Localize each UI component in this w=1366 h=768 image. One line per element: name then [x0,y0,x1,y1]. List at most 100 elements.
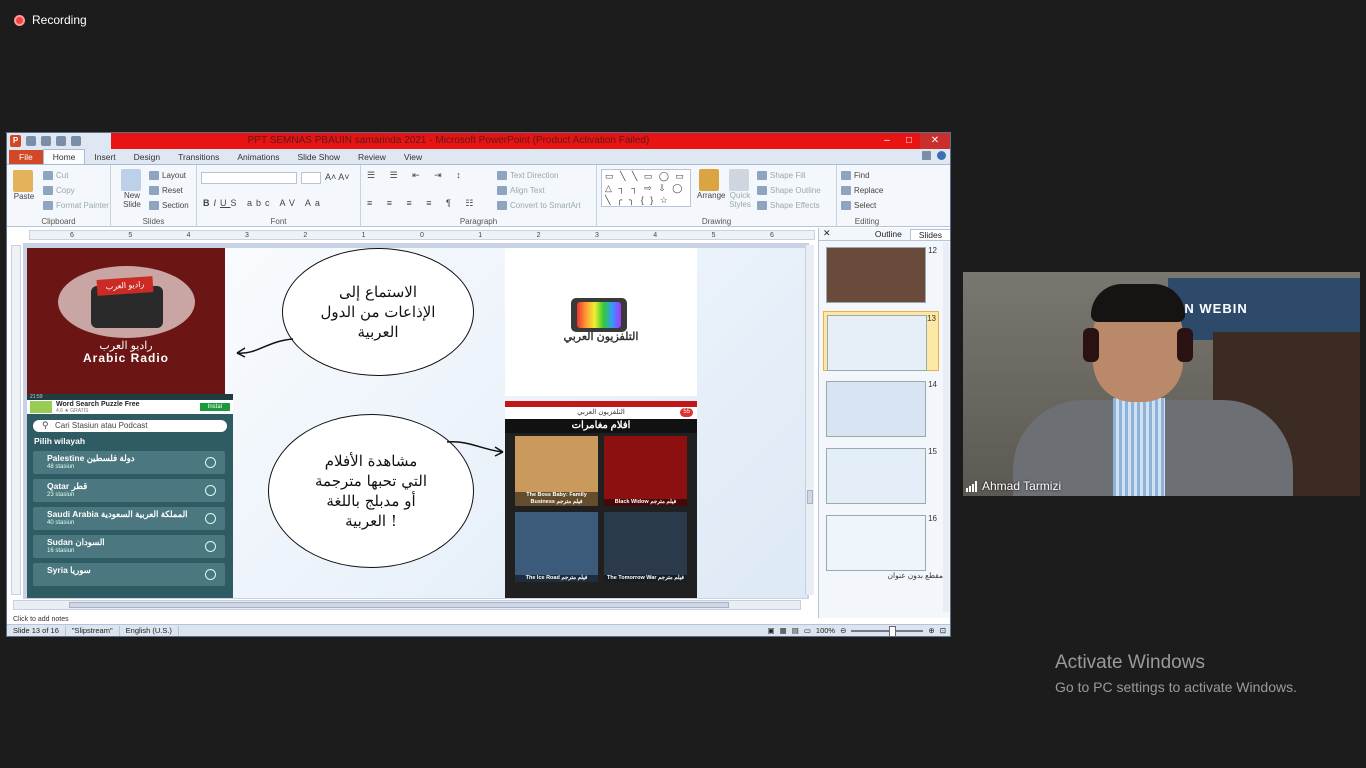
horizontal-ruler: 6 5 4 3 2 1 0 1 2 3 4 5 6 [29,230,815,240]
tab-slide-show[interactable]: Slide Show [288,150,349,164]
vertical-scrollbar[interactable] [805,245,814,595]
pane-scrollbar[interactable] [943,242,949,612]
help-icon[interactable] [937,151,946,160]
radio-app-screenshot[interactable]: 21:59 Word Search Puzzle Free 4.6 ★ GRAT… [27,394,233,598]
slide-thumbnail-12[interactable]: 12 [823,244,939,304]
tab-view[interactable]: View [395,150,431,164]
ruler-numbers: 6 5 4 3 2 1 0 1 2 3 4 5 6 [30,231,814,240]
slideshow-view-icon[interactable]: ▭ [804,626,811,635]
vertical-ruler [11,245,21,595]
notes-placeholder[interactable]: Click to add notes [13,616,69,623]
maximize-button[interactable]: □ [898,133,920,149]
layout-button[interactable]: Layout [149,168,189,183]
ruler-number: 1 [361,232,366,239]
tab-insert[interactable]: Insert [85,150,124,164]
slides-label: Slides [142,217,165,226]
select-button[interactable]: Select [841,198,883,213]
thumbnail-preview [826,515,926,571]
find-button[interactable]: Find [841,168,883,183]
close-button[interactable]: ✕ [920,133,950,149]
copy-button[interactable]: Copy [43,183,109,198]
shapes-gallery[interactable]: ▭ ╲ ╲ ▭ ◯ ▭ △ ┐ ┐ ⇨ ⇩ ◯ ╲ ╭ ╮ { } ☆ [601,169,691,207]
tab-review[interactable]: Review [349,150,395,164]
zoom-in-icon[interactable]: ⊕ [928,626,934,635]
pane-close-icon[interactable]: ✕ [823,228,831,239]
slide-thumbnail-14[interactable]: 14 [823,378,939,438]
font-size-select[interactable] [301,172,321,184]
view-zoom-controls: ▣ ▦ ▤ ▭ 100% ⊖ ⊕ ⊡ [768,625,946,636]
tab-outline[interactable]: Outline [867,229,910,239]
reading-view-icon[interactable]: ▤ [792,626,799,635]
play-icon [205,569,216,580]
align-buttons[interactable]: ≡ ≡ ≡ ≡ ¶ ☷ [367,198,479,209]
zoom-slider[interactable] [851,625,924,636]
slide-canvas[interactable]: راديو العرب راديو العرب Arabic Radio 21:… [27,248,807,598]
station-name: Qatar قطر [47,481,88,491]
station-row: Saudi Arabia المملكة العربية السعودية 40 … [33,507,225,530]
tab-design[interactable]: Design [125,150,169,164]
list-buttons[interactable]: ☰ ☰ ⇤ ⇥ ↕ [367,170,467,181]
play-icon [205,485,216,496]
minimize-button[interactable]: – [876,133,898,149]
slide-editing-area[interactable]: راديو العرب راديو العرب Arabic Radio 21:… [23,243,809,599]
ruler-number: 4 [186,232,191,239]
paste-button[interactable]: Paste [12,170,36,201]
replace-button[interactable]: Replace [841,183,883,198]
font-format-buttons[interactable]: BIUS abc AV Aa [203,198,324,208]
section-button[interactable]: Section [149,198,189,213]
arrange-icon [698,169,719,191]
shape-fill-button[interactable]: Shape Fill [757,168,821,183]
clipboard-label: Clipboard [41,217,76,226]
movies-app-screenshot[interactable]: التلفزيون العربي 55 افلام مغامرات The Bo… [505,401,697,598]
new-slide-button[interactable]: New Slide [117,169,147,209]
ruler-number: 5 [711,232,716,239]
align-text-button[interactable]: Align Text [497,183,581,198]
horizontal-scrollbar[interactable] [13,600,801,610]
slide-thumbnail-16[interactable]: 16 [823,512,939,572]
station-row: Sudan السودان 16 stasiun [33,535,225,558]
drawing-group: ▭ ╲ ╲ ▭ ◯ ▭ △ ┐ ┐ ⇨ ⇩ ◯ ╲ ╭ ╮ { } ☆ Arrang… [597,165,837,227]
slide-thumbnail-13[interactable]: 13 [823,311,939,371]
brush-icon [43,201,53,210]
tab-home[interactable]: Home [42,149,86,164]
new-slide-icon [120,169,141,191]
movie-poster: The Tomorrow War فيلم مترجم [604,512,687,582]
font-grow-button[interactable]: A˄ A˅ [325,172,350,182]
ruler-number: 3 [594,232,599,239]
tab-animations[interactable]: Animations [228,150,288,164]
tab-transitions[interactable]: Transitions [169,150,228,164]
tv-screen-icon [577,302,621,328]
zoom-level[interactable]: 100% [816,626,835,635]
horizontal-scroll-thumb[interactable] [69,602,729,608]
zoom-out-icon[interactable]: ⊖ [840,626,846,635]
speech-bubble-radio[interactable]: الاستماع إلى الإذاعات من الدول العربية [282,248,474,376]
sorter-view-icon[interactable]: ▦ [780,626,787,635]
thumbnail-number: 13 [927,314,936,323]
station-row: Syria سوريا [33,563,225,586]
normal-view-icon[interactable]: ▣ [768,626,775,635]
fit-slide-icon[interactable]: ⊡ [940,626,946,635]
quick-styles-button[interactable]: Quick Styles [727,169,753,209]
tab-slides[interactable]: Slides [909,228,950,240]
webcam-tile[interactable]: AN WEBIN Ahmad Tarmizi [963,272,1360,496]
convert-smartart-button[interactable]: Convert to SmartArt [497,198,581,213]
arabic-tv-logo[interactable]: التلفزيون العربي [505,248,697,396]
language[interactable]: English (U.S.) [120,625,179,636]
movie-poster: The Boss Baby: Family Business فيلم مترج… [515,436,598,506]
tab-file[interactable]: File [9,150,43,164]
fill-icon [757,171,767,180]
cut-button[interactable]: Cut [43,168,109,183]
station-count: 48 stasiun [47,464,75,470]
font-name-select[interactable] [201,172,297,184]
shape-outline-button[interactable]: Shape Outline [757,183,821,198]
ribbon-collapse-icon[interactable] [922,151,931,160]
shape-effects-button[interactable]: Shape Effects [757,198,821,213]
vertical-scroll-thumb[interactable] [807,490,813,504]
text-direction-button[interactable]: Text Direction [497,168,581,183]
arabic-radio-image[interactable]: راديو العرب راديو العرب Arabic Radio [27,248,225,394]
arrange-button[interactable]: Arrange [697,169,725,200]
format-painter-button[interactable]: Format Painter [43,198,109,213]
slide-thumbnail-15[interactable]: 15 [823,445,939,505]
reset-button[interactable]: Reset [149,183,189,198]
ruler-number: 0 [419,232,424,239]
